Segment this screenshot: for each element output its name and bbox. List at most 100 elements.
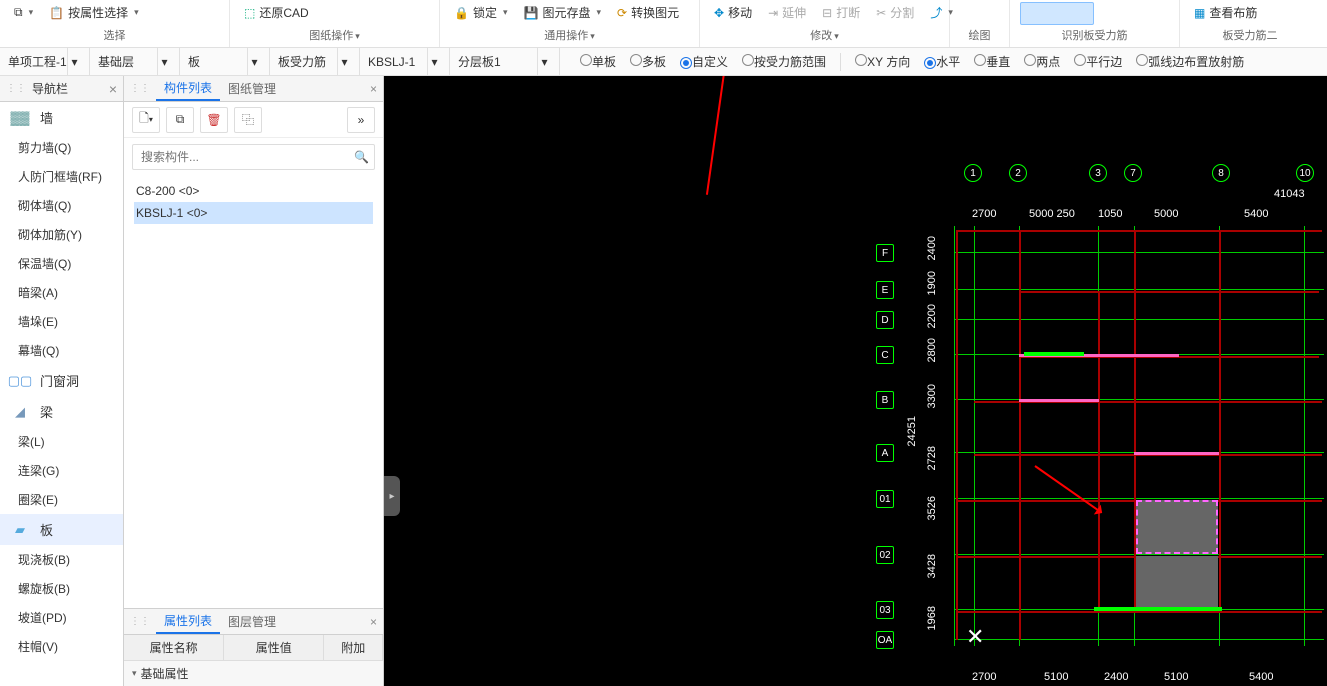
dim-text: 3526 bbox=[926, 496, 938, 520]
nav-item[interactable]: 暗梁(A) bbox=[0, 278, 123, 307]
component-selector[interactable]: KBSLJ-1▾ bbox=[360, 48, 450, 75]
radio-single[interactable]: 单板 bbox=[580, 53, 616, 70]
prop-close-button[interactable]: × bbox=[370, 615, 377, 629]
nav-list[interactable]: ▓▓墙 剪力墙(Q) 人防门框墙(RF) 砌体墙(Q) 砌体加筋(Y) 保温墙(… bbox=[0, 102, 123, 686]
radio-multi[interactable]: 多板 bbox=[630, 53, 666, 70]
selector-bar: 单项工程-1▾ 基础层▾ 板▾ 板受力筋▾ KBSLJ-1▾ 分层板1▾ 单板 … bbox=[0, 48, 1327, 76]
nav-item[interactable]: 砌体墙(Q) bbox=[0, 191, 123, 220]
grid-marker: D bbox=[876, 311, 894, 329]
nav-item[interactable]: 现浇板(B) bbox=[0, 545, 123, 574]
nav-item[interactable]: 柱帽(V) bbox=[0, 632, 123, 661]
delete-button[interactable]: 🗑 bbox=[200, 107, 228, 133]
radio-arc[interactable]: 弧线边布置放射筋 bbox=[1136, 53, 1244, 70]
cursor-cross-icon: ✕ bbox=[966, 624, 984, 650]
search-wrap: 🔍 bbox=[124, 138, 383, 176]
radio-range[interactable]: 按受力筋范围 bbox=[742, 53, 826, 70]
rebar-bar bbox=[1094, 607, 1222, 611]
tab-property-list[interactable]: 属性列表 bbox=[156, 609, 220, 634]
nav-cat-door[interactable]: ▢▢门窗洞 bbox=[0, 365, 123, 396]
annotation-arrow-1 bbox=[706, 76, 726, 195]
wall-line bbox=[1098, 291, 1100, 611]
prop-group-basic[interactable]: ▾基础属性 bbox=[124, 661, 383, 686]
dim-text: 5400 bbox=[1249, 671, 1273, 683]
nav-cat-wall[interactable]: ▓▓墙 bbox=[0, 102, 123, 133]
radio-custom[interactable]: 自定义 bbox=[680, 53, 728, 70]
grid-line bbox=[954, 399, 1324, 400]
tab-layer-mgmt[interactable]: 图层管理 bbox=[220, 609, 284, 634]
restore-cad-button[interactable]: ⬚还原CAD bbox=[240, 2, 313, 23]
nav-item[interactable]: 圈梁(E) bbox=[0, 485, 123, 514]
dim-text: 5400 bbox=[1244, 208, 1268, 220]
grid-marker: B bbox=[876, 391, 894, 409]
slab-element[interactable] bbox=[1136, 556, 1218, 610]
move-button[interactable]: ✥移动 bbox=[710, 2, 756, 23]
nav-sidebar: ⋮⋮ 导航栏 × ▓▓墙 剪力墙(Q) 人防门框墙(RF) 砌体墙(Q) 砌体加… bbox=[0, 76, 124, 686]
sublayer-selector[interactable]: 分层板1▾ bbox=[450, 48, 560, 75]
dim-text: 3428 bbox=[926, 554, 938, 578]
view-rebar-button[interactable]: ▦查看布筋 bbox=[1190, 2, 1261, 23]
drag-handle-icon[interactable]: ⋮⋮ bbox=[130, 616, 150, 627]
nav-item[interactable]: 砌体加筋(Y) bbox=[0, 220, 123, 249]
nav-cat-beam[interactable]: ◢梁 bbox=[0, 396, 123, 427]
new-button[interactable]: 🗋▾ bbox=[132, 107, 160, 133]
type2-selector[interactable]: 板受力筋▾ bbox=[270, 48, 360, 75]
duplicate-button[interactable]: ⿻ bbox=[234, 107, 262, 133]
dim-text: 5100 bbox=[1044, 671, 1068, 683]
nav-item[interactable]: 螺旋板(B) bbox=[0, 574, 123, 603]
component-item[interactable]: C8-200 <0> bbox=[134, 180, 373, 202]
grid-line bbox=[954, 639, 1324, 640]
component-item-selected[interactable]: KBSLJ-1 <0> bbox=[134, 202, 373, 224]
nav-cat-slab[interactable]: ▰板 bbox=[0, 514, 123, 545]
cad-canvas[interactable]: ▸ .arrow-red:nth-of-type(2)::after{top:-… bbox=[384, 76, 1327, 686]
expand-panel-button[interactable]: ▸ bbox=[384, 476, 400, 516]
nav-item[interactable]: 保温墙(Q) bbox=[0, 249, 123, 278]
prop-col-value: 属性值 bbox=[224, 635, 324, 660]
prop-header: 属性名称 属性值 附加 bbox=[124, 635, 383, 661]
select-by-attr-button[interactable]: 📋按属性选择▾ bbox=[45, 2, 143, 23]
tab-drawing-mgmt[interactable]: 图纸管理 bbox=[220, 76, 284, 101]
nav-item[interactable]: 连梁(G) bbox=[0, 456, 123, 485]
cad-drawing: 1 2 3 7 8 10 2700 5000 250 1050 5000 540… bbox=[854, 116, 1324, 656]
nav-item[interactable]: 梁(L) bbox=[0, 427, 123, 456]
radio-xy[interactable]: XY 方向 bbox=[855, 53, 910, 70]
more-button[interactable]: » bbox=[347, 107, 375, 133]
nav-close-button[interactable]: × bbox=[109, 81, 117, 97]
lock-button[interactable]: 🔒锁定▾ bbox=[450, 2, 512, 23]
grid-marker: A bbox=[876, 444, 894, 462]
layer-selector[interactable]: 基础层▾ bbox=[90, 48, 180, 75]
type1-selector[interactable]: 板▾ bbox=[180, 48, 270, 75]
drag-handle-icon[interactable]: ⋮⋮ bbox=[130, 83, 150, 94]
radio-horiz[interactable]: 水平 bbox=[924, 53, 960, 70]
copy-button[interactable]: ⧉ bbox=[166, 107, 194, 133]
dim-text: 2400 bbox=[1104, 671, 1128, 683]
annotation-arrow-2 bbox=[1034, 465, 1101, 513]
extend-button: ⇥延伸 bbox=[764, 2, 810, 23]
radio-vert[interactable]: 垂直 bbox=[974, 53, 1010, 70]
project-selector[interactable]: 单项工程-1▾ bbox=[0, 48, 90, 75]
nav-header: ⋮⋮ 导航栏 × bbox=[0, 76, 123, 102]
convert-element-button[interactable]: ⟳转换图元 bbox=[613, 2, 683, 23]
selected-slab[interactable] bbox=[1136, 500, 1218, 554]
dim-text: 1968 bbox=[926, 606, 938, 630]
comp-close-button[interactable]: × bbox=[370, 82, 377, 96]
search-icon[interactable]: 🔍 bbox=[354, 150, 369, 164]
nav-item[interactable]: 坡道(PD) bbox=[0, 603, 123, 632]
component-tabs: ⋮⋮ 构件列表 图纸管理 × bbox=[124, 76, 383, 102]
nav-item[interactable]: 墙垛(E) bbox=[0, 307, 123, 336]
search-input[interactable] bbox=[132, 144, 375, 170]
prop-col-extra: 附加 bbox=[324, 635, 383, 660]
group-label-drawing: 图纸操作▾ bbox=[240, 27, 429, 45]
rebar-line bbox=[1019, 399, 1099, 402]
radio-parallel[interactable]: 平行边 bbox=[1074, 53, 1122, 70]
save-element-button[interactable]: 💾图元存盘▾ bbox=[520, 2, 606, 23]
tab-component-list[interactable]: 构件列表 bbox=[156, 76, 220, 101]
place-rebar-button[interactable]: 布置受力筋 bbox=[1020, 2, 1094, 25]
comp-toolbar: 🗋▾ ⧉ 🗑 ⿻ » bbox=[124, 102, 383, 138]
drag-handle-icon[interactable]: ⋮⋮ bbox=[6, 83, 26, 94]
nav-item[interactable]: 剪力墙(Q) bbox=[0, 133, 123, 162]
nav-item[interactable]: 人防门框墙(RF) bbox=[0, 162, 123, 191]
nav-title: 导航栏 bbox=[32, 80, 109, 97]
radio-two[interactable]: 两点 bbox=[1024, 53, 1060, 70]
nav-item[interactable]: 幕墙(Q) bbox=[0, 336, 123, 365]
filter-button[interactable]: ⧉▾ bbox=[10, 3, 37, 22]
